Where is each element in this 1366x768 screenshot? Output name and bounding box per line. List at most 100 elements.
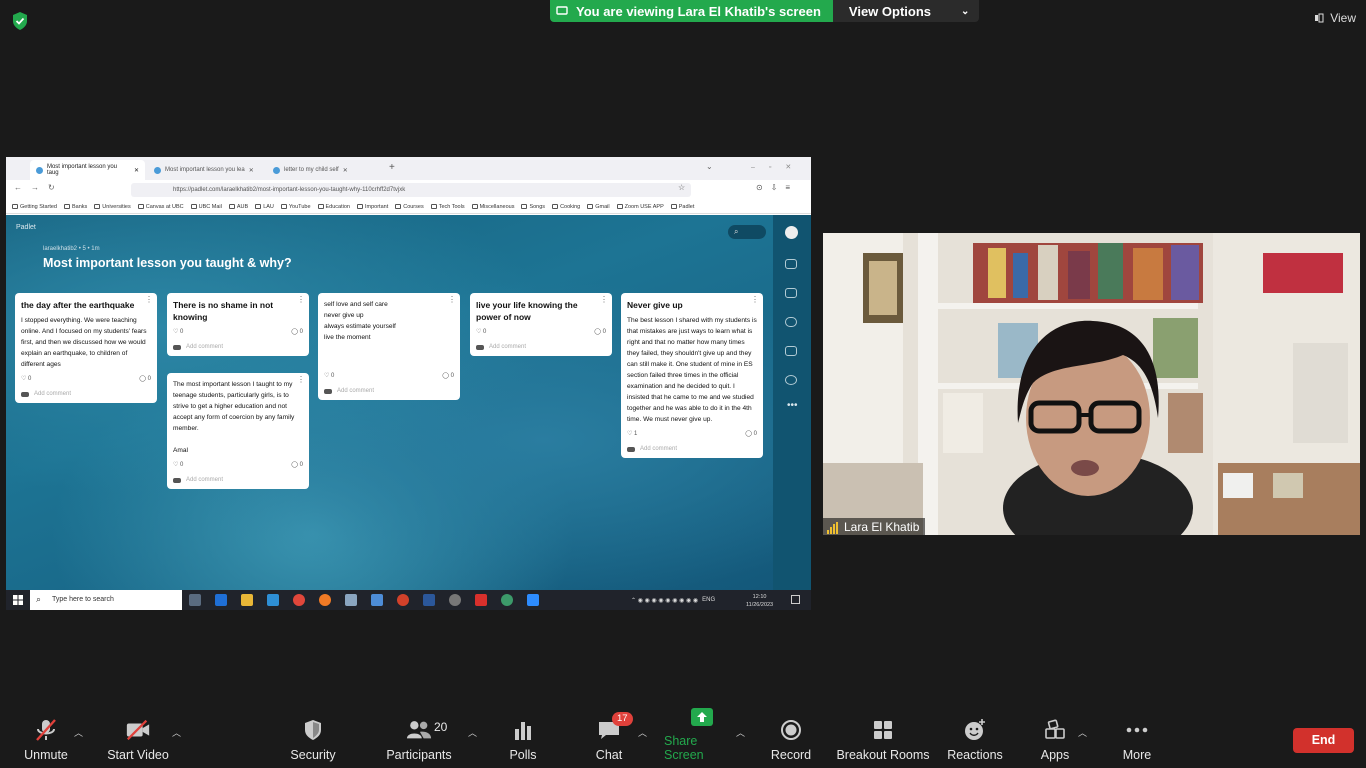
add-comment[interactable]: Add comment — [476, 344, 606, 350]
security-shield-icon[interactable] — [11, 11, 29, 31]
participants-button[interactable]: 20 Participants — [384, 712, 454, 768]
windows-start-icon[interactable] — [13, 595, 23, 605]
padlet-card[interactable]: ⋮ There is no shame in not knowing ♡ 0 ◯ … — [167, 293, 309, 356]
new-tab-icon[interactable]: + — [389, 162, 395, 173]
app-icon[interactable] — [345, 594, 357, 606]
more-icon[interactable]: ⋮ — [448, 296, 456, 304]
close-icon[interactable]: ✕ — [249, 167, 254, 174]
like-button[interactable]: ♡ 0 — [173, 461, 183, 468]
task-view-icon[interactable] — [189, 594, 201, 606]
comment-button[interactable]: ◯ 0 — [745, 430, 757, 437]
more-icon[interactable]: ⋮ — [751, 296, 759, 304]
app-icon[interactable] — [501, 594, 513, 606]
window-controls[interactable]: –▫✕ — [751, 163, 805, 171]
like-button[interactable]: ♡ 0 — [21, 375, 31, 382]
bookmark-item[interactable]: Gmail — [587, 204, 610, 210]
share-icon[interactable] — [785, 259, 797, 269]
like-button[interactable]: ♡ 0 — [324, 372, 334, 379]
padlet-card[interactable]: ⋮ Never give up The best lesson I shared… — [621, 293, 763, 458]
unmute-button[interactable]: Unmute — [20, 712, 72, 768]
mail-icon[interactable] — [267, 594, 279, 606]
chat-options-chevron-icon[interactable]: ︿ — [638, 726, 647, 739]
bookmark-item[interactable]: Padlet — [670, 204, 694, 210]
padlet-card[interactable]: ⋮ live your life knowing the power of no… — [470, 293, 612, 356]
tab-list-icon[interactable]: ⌄ — [706, 162, 713, 171]
comment-button[interactable]: ◯ 0 — [139, 375, 151, 382]
comment-button[interactable]: ◯ 0 — [291, 328, 303, 335]
chat-button[interactable]: 17 Chat — [588, 712, 633, 768]
url-field[interactable]: https://padlet.com/laraelkhatib2/most-im… — [131, 183, 691, 197]
nav-buttons[interactable]: ←→↻ — [14, 183, 64, 192]
notification-icon[interactable] — [791, 595, 800, 604]
language-indicator[interactable]: ENG — [702, 597, 715, 603]
app-icon[interactable] — [371, 594, 383, 606]
more-icon[interactable]: ••• — [787, 400, 798, 411]
like-button[interactable]: ♡ 0 — [173, 328, 183, 335]
app-icon[interactable] — [475, 594, 487, 606]
close-icon[interactable]: ✕ — [343, 167, 348, 174]
add-comment[interactable]: Add comment — [324, 388, 454, 394]
word-icon[interactable] — [423, 594, 435, 606]
bookmark-item[interactable]: Universities — [94, 204, 131, 210]
powerpoint-icon[interactable] — [397, 594, 409, 606]
zoom-icon[interactable] — [527, 594, 539, 606]
more-icon[interactable]: ⋮ — [600, 296, 608, 304]
share-options-chevron-icon[interactable]: ︿ — [736, 726, 745, 739]
bookmark-item[interactable]: Zoom USE APP — [616, 204, 664, 210]
bookmark-star-icon[interactable]: ☆ — [678, 183, 685, 192]
taskbar-clock[interactable]: 12:10 11/26/2023 — [746, 593, 773, 609]
bookmark-item[interactable]: Cooking — [552, 204, 580, 210]
apps-button[interactable]: Apps — [1034, 712, 1076, 768]
comment-button[interactable]: ◯ 0 — [594, 328, 606, 335]
bookmark-item[interactable]: Getting Started — [12, 204, 57, 210]
slideshow-icon[interactable] — [785, 288, 797, 298]
polls-button[interactable]: Polls — [500, 712, 546, 768]
more-button[interactable]: More — [1114, 712, 1160, 768]
padlet-logo[interactable]: Padlet — [16, 224, 36, 231]
more-icon[interactable]: ⋮ — [145, 296, 153, 304]
more-icon[interactable]: ⋮ — [297, 376, 305, 384]
audio-options-chevron-icon[interactable]: ︿ — [74, 726, 83, 739]
padlet-card[interactable]: ⋮ the day after the earthquake I stopped… — [15, 293, 157, 403]
bookmark-item[interactable]: Banks — [64, 204, 87, 210]
add-comment[interactable]: Add comment — [627, 446, 757, 452]
settings-icon[interactable] — [449, 594, 461, 606]
play-icon[interactable] — [785, 346, 797, 356]
start-video-button[interactable]: Start Video — [106, 712, 170, 768]
firefox-icon[interactable] — [319, 594, 331, 606]
close-icon[interactable]: ✕ — [134, 167, 139, 174]
security-button[interactable]: Security — [286, 712, 340, 768]
comment-button[interactable]: ◯ 0 — [442, 372, 454, 379]
padlet-card[interactable]: ⋮ self love and self care never give up … — [318, 293, 460, 400]
apps-options-chevron-icon[interactable]: ︿ — [1078, 726, 1087, 739]
browser-toolbar-icons[interactable]: ⊙⇩≡ — [756, 183, 798, 192]
file-explorer-icon[interactable] — [241, 594, 253, 606]
record-button[interactable]: Record — [768, 712, 814, 768]
bookmark-item[interactable]: Miscellaneous — [471, 204, 514, 210]
bookmark-item[interactable]: Tech Tools — [430, 204, 465, 210]
view-button[interactable]: View — [1314, 11, 1356, 25]
like-button[interactable]: ♡ 0 — [476, 328, 486, 335]
participants-options-chevron-icon[interactable]: ︿ — [468, 726, 477, 739]
bell-icon[interactable] — [785, 317, 797, 327]
bookmark-item[interactable]: Education — [317, 204, 350, 210]
system-tray[interactable]: ⌃ ◉ ◉ ◉ ◉ ◉ ◉ ◉ ◉ ◉ ENG — [631, 590, 715, 610]
browser-tab-3[interactable]: letter to my child self ✕ — [267, 160, 382, 180]
bookmark-item[interactable]: YouTube — [280, 204, 311, 210]
bookmark-item[interactable]: Courses — [395, 204, 424, 210]
search-icon[interactable]: ⌕ — [728, 225, 766, 239]
video-options-chevron-icon[interactable]: ︿ — [172, 726, 181, 739]
comment-button[interactable]: ◯ 0 — [291, 461, 303, 468]
more-icon[interactable]: ⋮ — [297, 296, 305, 304]
reactions-button[interactable]: Reactions — [944, 712, 1006, 768]
end-meeting-button[interactable]: End — [1293, 728, 1354, 753]
breakout-rooms-button[interactable]: Breakout Rooms — [836, 712, 930, 768]
view-options-button[interactable]: View Options ⌄ — [832, 0, 980, 22]
taskbar-search-input[interactable]: Type here to search — [30, 590, 182, 610]
padlet-card[interactable]: ⋮ The most important lesson I taught to … — [167, 373, 309, 489]
add-comment[interactable]: Add comment — [21, 391, 151, 397]
avatar[interactable] — [785, 226, 798, 239]
bookmark-item[interactable]: AUB — [228, 204, 248, 210]
bookmark-item[interactable]: UBC Mail — [190, 204, 222, 210]
add-comment[interactable]: Add comment — [173, 344, 303, 350]
